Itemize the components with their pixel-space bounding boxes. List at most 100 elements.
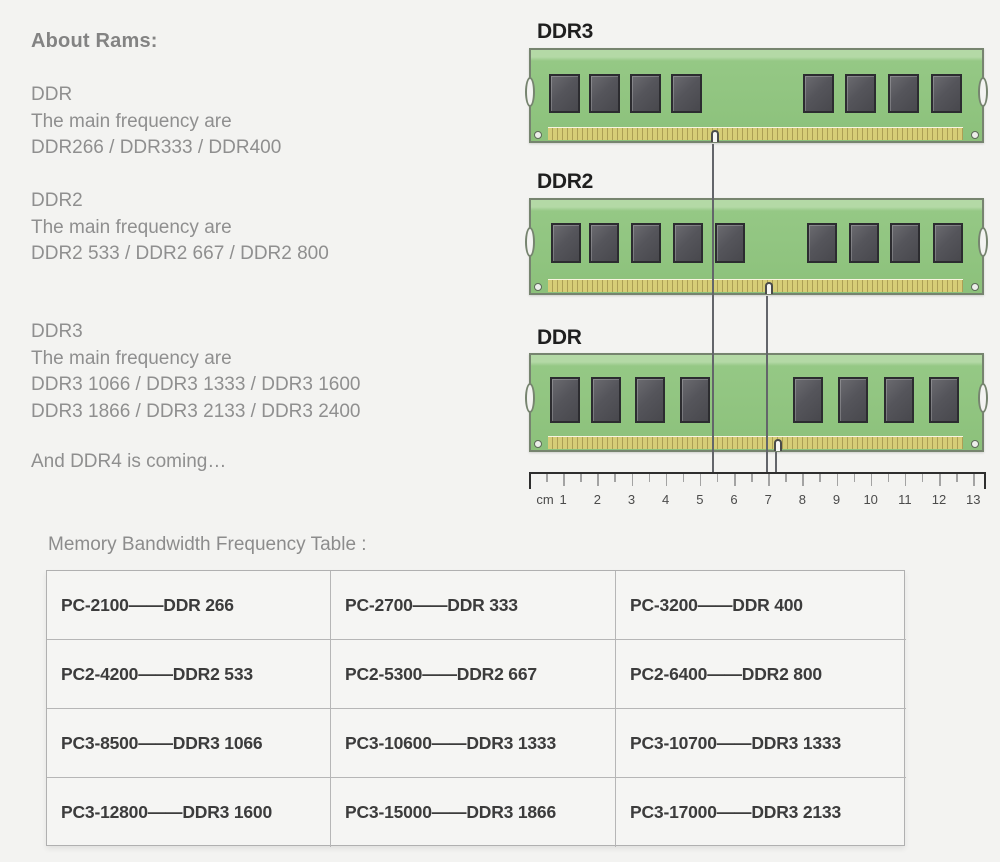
about-paragraph: DDR3 The main frequency are DDR3 1066 / … <box>31 321 361 422</box>
ruler-tick <box>597 474 599 486</box>
ruler-half-tick <box>716 474 719 482</box>
table-cell: PC3-15000——DDR3 1866 <box>331 778 616 847</box>
gold-contacts <box>548 436 963 449</box>
ddr4-footnote: And DDR4 is coming… <box>31 451 227 472</box>
mount-hole <box>971 131 979 139</box>
ruler-number: 10 <box>863 492 878 507</box>
table-cell: PC3-10700——DDR3 1333 <box>616 709 906 778</box>
ruler-number: 4 <box>662 492 670 507</box>
ruler-tick <box>973 474 975 486</box>
mount-hole <box>534 131 542 139</box>
ruler-tick <box>631 474 633 486</box>
ruler-number: 1 <box>559 492 567 507</box>
ruler-half-tick <box>785 474 787 482</box>
mount-hole <box>971 440 979 448</box>
ram-chip <box>635 377 665 423</box>
ruler-tick <box>665 474 668 486</box>
gold-contacts <box>548 279 963 292</box>
table-cell: PC-3200——DDR 400 <box>616 571 906 640</box>
ruler-half-tick <box>614 474 616 482</box>
ruler-number: 3 <box>627 492 636 507</box>
ram-chip <box>589 74 620 113</box>
module-label: DDR3 <box>537 20 593 43</box>
ruler-half-tick <box>751 474 753 482</box>
mount-hole <box>534 283 542 291</box>
table-cell: PC2-6400——DDR2 800 <box>616 640 906 709</box>
gold-contacts <box>548 127 963 140</box>
ruler-number: 11 <box>898 492 912 507</box>
ruler-number: 13 <box>965 492 981 507</box>
notch-indicator-line <box>775 452 777 473</box>
module-label: DDR2 <box>537 170 593 193</box>
side-notch <box>525 77 535 107</box>
ram-chip <box>933 223 963 263</box>
side-notch <box>525 383 535 413</box>
table-cell: PC3-17000——DDR3 2133 <box>630 802 841 822</box>
ram-chip <box>550 377 580 423</box>
ram-infographic-page: { "about": { "heading": "About Rams:", "… <box>0 0 1000 862</box>
table-cell: PC3-10600——DDR3 1333 <box>331 709 616 778</box>
ruler-number: 2 <box>593 492 601 507</box>
ram-chip <box>890 223 920 263</box>
key-notch-icon <box>774 439 782 451</box>
side-notch <box>978 227 988 257</box>
ruler-tick <box>563 474 565 486</box>
ram-chip <box>673 223 703 263</box>
about-paragraph: DDR The main frequency are DDR266 / DDR3… <box>31 84 282 158</box>
notch-indicator-line <box>712 144 714 473</box>
table-cell: PC3-12800——DDR3 1600 <box>47 778 331 847</box>
key-notch-icon <box>765 282 773 294</box>
ram-chip <box>793 377 823 423</box>
ram-chip <box>803 74 834 113</box>
ruler: cm 1 2 3 4 5 6 7 8 9 10 11 12 13 <box>529 472 986 512</box>
ram-chip <box>929 377 959 423</box>
frequency-table: PC-2100——DDR 266 PC-2700——DDR 333 PC-3200—… <box>46 570 906 847</box>
ruler-number: 12 <box>931 492 947 507</box>
key-notch-icon <box>711 130 719 142</box>
table-cell: PC-2700——DDR 333 <box>331 571 616 640</box>
side-notch <box>525 227 535 257</box>
ruler-number: 7 <box>764 492 772 507</box>
ruler-number: 8 <box>798 492 806 507</box>
ruler-tick <box>836 474 839 486</box>
ruler-half-tick <box>682 474 685 482</box>
ram-chip <box>630 74 661 113</box>
ruler-half-tick <box>956 474 958 482</box>
ram-chip <box>551 223 581 263</box>
ruler-tick <box>802 474 804 486</box>
ruler-end-tick <box>529 472 531 489</box>
side-notch <box>978 383 988 413</box>
page-title: About Rams: <box>31 30 158 52</box>
table-cell: PC2-4200——DDR2 533 <box>47 640 331 709</box>
mount-hole <box>971 283 979 291</box>
ram-chip <box>715 223 745 263</box>
ruler-tick <box>768 474 770 486</box>
ram-module <box>525 198 988 295</box>
ruler-tick <box>734 474 736 486</box>
table-cell: PC3-8500——DDR3 1066 <box>47 709 331 778</box>
ram-module <box>525 48 988 143</box>
ruler-half-tick <box>853 474 856 482</box>
ruler-number: 6 <box>730 492 738 507</box>
ruler-tick <box>939 474 941 486</box>
ram-chip <box>680 377 710 423</box>
ruler-half-tick <box>546 474 548 482</box>
ram-chip <box>931 74 962 113</box>
about-paragraph: DDR2 The main frequency are DDR2 533 / D… <box>31 190 329 264</box>
ruler-tick <box>699 474 702 486</box>
ram-chip <box>589 223 619 263</box>
ram-chip <box>849 223 879 263</box>
ruler-half-tick <box>921 474 924 482</box>
ram-chip <box>845 74 876 113</box>
ruler-number: 5 <box>696 492 704 507</box>
ram-chip <box>838 377 868 423</box>
side-notch <box>978 77 988 107</box>
ram-chip <box>671 74 702 113</box>
module-label: DDR <box>537 326 582 349</box>
ram-module <box>525 353 988 452</box>
ruler-half-tick <box>580 474 582 482</box>
ruler-tick <box>870 474 873 486</box>
ruler-half-tick <box>648 474 651 482</box>
ram-chip <box>884 377 914 423</box>
ruler-end-tick <box>984 472 986 489</box>
